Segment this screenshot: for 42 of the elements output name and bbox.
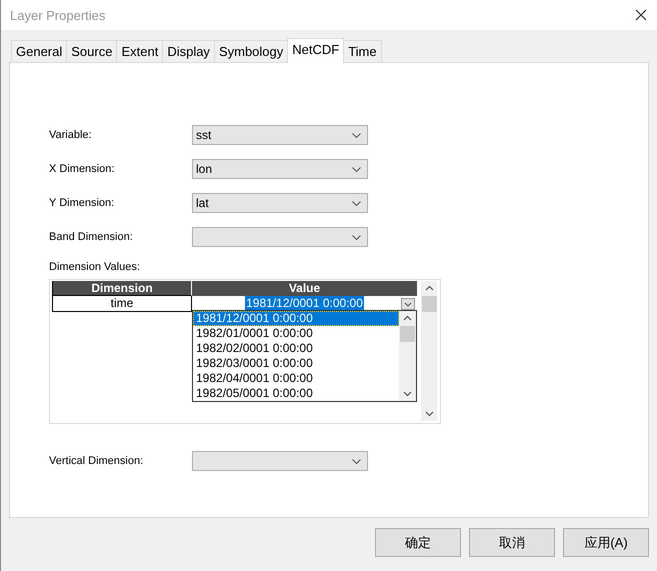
dropdown[interactable]: lon xyxy=(192,159,368,179)
dialog-button[interactable]: 应用(A) xyxy=(563,528,649,557)
field-label: X Dimension: xyxy=(49,163,116,175)
chevron-down-icon xyxy=(352,132,361,138)
scroll-up-icon[interactable] xyxy=(403,315,412,321)
scrollbar[interactable] xyxy=(421,281,437,421)
dropdown-option[interactable]: 1981/12/0001 0:00:00 xyxy=(193,311,399,326)
scroll-up-icon[interactable] xyxy=(424,285,434,291)
dropdown-option[interactable]: 1982/02/0001 0:00:00 xyxy=(193,341,399,356)
chevron-down-icon xyxy=(352,166,361,172)
scrollbar-thumb[interactable] xyxy=(400,326,415,342)
tab[interactable]: NetCDF xyxy=(287,38,344,63)
section-label: Dimension Values: xyxy=(49,261,141,273)
dropdown-button-icon[interactable] xyxy=(401,298,415,310)
field-label: Y Dimension: xyxy=(49,197,116,209)
window-title: Layer Properties xyxy=(10,8,106,22)
tab[interactable]: Symbology xyxy=(214,40,288,62)
dropdown-option[interactable]: 1982/01/0001 0:00:00 xyxy=(193,326,399,341)
dropdown-option[interactable]: 1982/03/0001 0:00:00 xyxy=(193,356,399,371)
dialog-button[interactable]: 取消 xyxy=(469,528,555,557)
field-label: Vertical Dimension: xyxy=(49,455,144,467)
chevron-down-icon xyxy=(352,234,361,240)
close-icon[interactable] xyxy=(635,9,647,21)
tab[interactable]: Time xyxy=(343,40,382,62)
dropdown[interactable]: sst xyxy=(192,125,368,145)
column-header: Value xyxy=(192,281,417,296)
dialog-button[interactable]: 确定 xyxy=(375,528,461,557)
tab[interactable]: Display xyxy=(162,40,215,62)
tab[interactable]: General xyxy=(11,40,68,62)
chevron-down-icon xyxy=(352,200,361,206)
column-header: Dimension xyxy=(52,281,192,296)
scrollbar[interactable] xyxy=(399,311,416,401)
scroll-down-icon[interactable] xyxy=(424,411,434,417)
chevron-down-icon xyxy=(352,458,361,464)
dropdown[interactable]: lat xyxy=(192,193,368,213)
dropdown-option[interactable]: 1982/04/0001 0:00:00 xyxy=(193,371,399,386)
scroll-down-icon[interactable] xyxy=(403,391,412,397)
scrollbar-thumb[interactable] xyxy=(422,296,436,312)
field-label: Band Dimension: xyxy=(49,231,134,243)
field-label: Variable: xyxy=(49,129,93,141)
dropdown-option[interactable]: 1982/05/0001 0:00:00 xyxy=(193,386,399,401)
table-cell: time xyxy=(52,296,192,312)
